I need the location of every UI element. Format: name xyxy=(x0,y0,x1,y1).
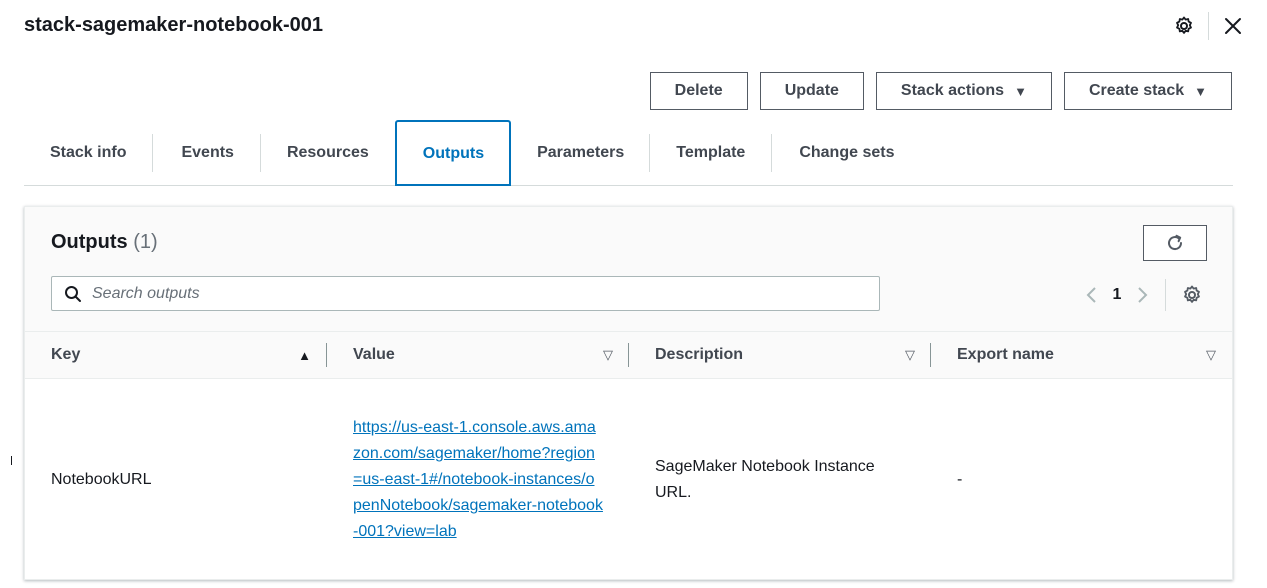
table-row: NotebookURL https://us-east-1.console.aw… xyxy=(25,379,1232,582)
tab-events-label: Events xyxy=(181,143,234,161)
tab-change-sets[interactable]: Change sets xyxy=(772,120,920,185)
sort-icon: ▽ xyxy=(905,347,915,362)
search-outputs-input[interactable] xyxy=(92,284,852,303)
cell-description: SageMaker Notebook Instance URL. xyxy=(629,379,931,582)
header-icons xyxy=(1170,12,1247,40)
cell-value: https://us-east-1.console.aws.amazon.com… xyxy=(327,379,629,582)
caret-down-icon: ▼ xyxy=(1014,83,1027,99)
outputs-title: Outputs (1) xyxy=(51,231,158,254)
refresh-icon xyxy=(1168,234,1183,251)
header-divider xyxy=(1208,12,1209,40)
outputs-title-text: Outputs xyxy=(51,231,128,253)
tab-resources-label: Resources xyxy=(286,143,369,161)
outputs-table: Key ▲ Value ▽ Description ▽ Export name … xyxy=(25,332,1232,581)
column-description-label: Description xyxy=(655,346,744,363)
delete-button[interactable]: Delete xyxy=(649,72,748,110)
cell-key: NotebookURL xyxy=(51,471,152,488)
description-text: SageMaker Notebook Instance URL. xyxy=(655,458,875,501)
outputs-panel: Outputs (1) 1 xyxy=(24,206,1233,580)
search-outputs-field[interactable] xyxy=(51,276,880,311)
close-icon[interactable] xyxy=(1219,12,1247,40)
sort-ascending-icon: ▲ xyxy=(298,347,311,363)
tab-outputs-label: Outputs xyxy=(422,145,485,162)
tab-template-label: Template xyxy=(676,143,746,161)
column-key-label: Key xyxy=(51,346,81,363)
page-title: stack-sagemaker-notebook-001 xyxy=(24,14,324,36)
caret-down-icon: ▼ xyxy=(1194,83,1207,99)
sort-icon: ▽ xyxy=(1206,347,1216,362)
update-button[interactable]: Update xyxy=(759,72,864,110)
create-stack-button[interactable]: Create stack ▼ xyxy=(1063,72,1232,110)
tab-parameters[interactable]: Parameters xyxy=(511,120,649,185)
next-page-icon[interactable] xyxy=(1129,281,1157,309)
pagination: 1 xyxy=(1077,279,1206,311)
outputs-panel-header: Outputs (1) 1 xyxy=(25,207,1232,332)
delete-button-label: Delete xyxy=(674,82,723,99)
tab-stack-info[interactable]: Stack info xyxy=(24,120,152,185)
stack-actions-button[interactable]: Stack actions ▼ xyxy=(875,72,1052,110)
side-marker xyxy=(11,456,12,465)
preferences-gear-icon[interactable] xyxy=(1178,281,1206,309)
pager-divider xyxy=(1165,279,1166,311)
stack-actions-bar: Delete Update Stack actions ▼ Create sta… xyxy=(649,72,1232,110)
column-value-label: Value xyxy=(353,346,395,363)
column-export-name-label: Export name xyxy=(957,346,1054,363)
outputs-count: (1) xyxy=(133,231,158,253)
gear-icon[interactable] xyxy=(1170,12,1198,40)
current-page-number[interactable]: 1 xyxy=(1105,286,1129,304)
create-stack-label: Create stack xyxy=(1088,82,1185,99)
tab-events[interactable]: Events xyxy=(153,120,259,185)
tab-outputs[interactable]: Outputs xyxy=(394,120,512,186)
stack-actions-label: Stack actions xyxy=(900,82,1005,99)
notebook-url-link[interactable]: https://us-east-1.console.aws.amazon.com… xyxy=(353,415,603,545)
refresh-button[interactable] xyxy=(1143,225,1207,261)
sort-icon: ▽ xyxy=(603,347,613,362)
search-icon xyxy=(64,285,82,303)
tab-resources[interactable]: Resources xyxy=(261,120,395,185)
tab-parameters-label: Parameters xyxy=(537,143,625,161)
cell-export-name: - xyxy=(957,471,963,488)
table-header-row: Key ▲ Value ▽ Description ▽ Export name … xyxy=(25,332,1232,379)
tab-template[interactable]: Template xyxy=(650,120,771,185)
column-header-key[interactable]: Key ▲ xyxy=(25,332,327,379)
previous-page-icon[interactable] xyxy=(1077,281,1105,309)
column-header-value[interactable]: Value ▽ xyxy=(327,332,629,379)
tab-stack-info-label: Stack info xyxy=(50,143,127,161)
column-header-export-name[interactable]: Export name ▽ xyxy=(931,332,1232,379)
tab-bar: Stack info Events Resources Outputs Para… xyxy=(24,120,1233,186)
update-button-label: Update xyxy=(784,82,839,99)
column-header-description[interactable]: Description ▽ xyxy=(629,332,931,379)
tab-change-sets-label: Change sets xyxy=(799,143,895,161)
